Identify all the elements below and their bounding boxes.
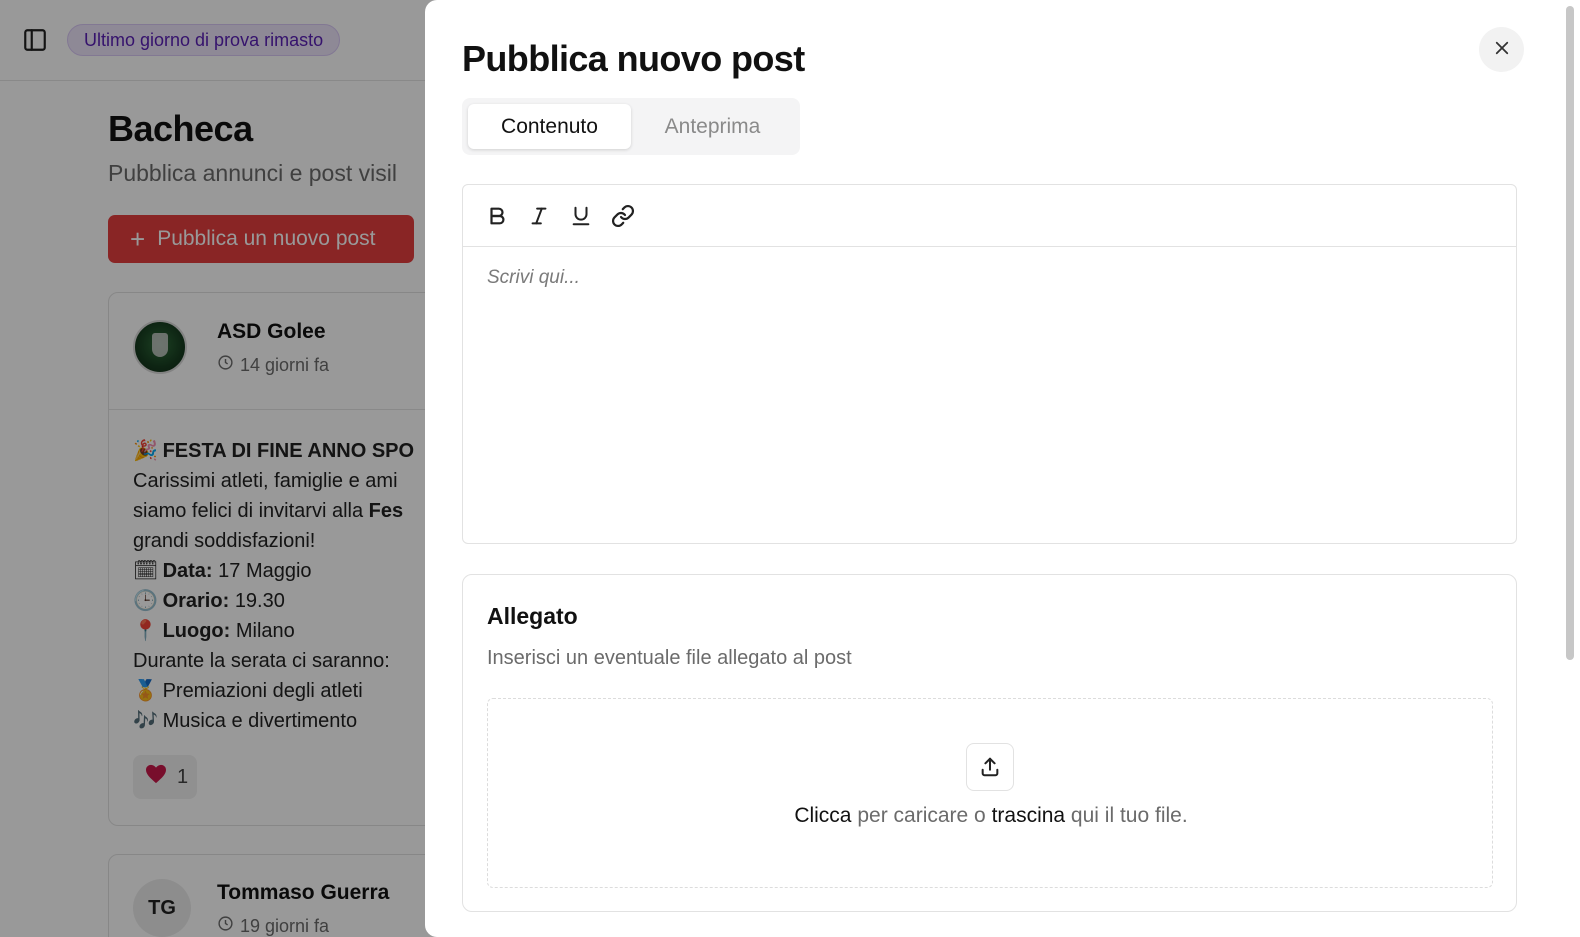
dropzone-drag-text: trascina <box>991 804 1066 827</box>
dropzone-text: Clicca per caricare o trascina qui il tu… <box>488 804 1494 828</box>
upload-icon[interactable] <box>966 743 1014 791</box>
file-dropzone[interactable]: Clicca per caricare o trascina qui il tu… <box>487 698 1493 888</box>
attachment-card: Allegato Inserisci un eventuale file all… <box>462 574 1517 912</box>
rich-text-editor: Scrivi qui... <box>462 184 1517 544</box>
link-icon[interactable] <box>611 204 635 228</box>
new-post-drawer: Pubblica nuovo post Contenuto Anteprima … <box>425 0 1580 937</box>
editor-textarea[interactable]: Scrivi qui... <box>463 247 1516 309</box>
underline-icon[interactable] <box>569 204 593 228</box>
close-icon <box>1493 39 1511 60</box>
attachment-description: Inserisci un eventuale file allegato al … <box>487 647 852 669</box>
tab-contenuto[interactable]: Contenuto <box>468 104 631 149</box>
tab-list: Contenuto Anteprima <box>462 98 800 155</box>
bold-icon[interactable] <box>485 204 509 228</box>
dropzone-click-text[interactable]: Clicca <box>794 804 851 827</box>
drawer-title: Pubblica nuovo post <box>462 38 805 79</box>
tab-anteprima[interactable]: Anteprima <box>631 104 794 149</box>
attachment-title: Allegato <box>487 603 578 629</box>
dropzone-end-text: qui il tuo file. <box>1065 804 1188 827</box>
editor-toolbar <box>463 185 1516 247</box>
dropzone-mid-text: per caricare o <box>851 804 992 827</box>
scrollbar[interactable] <box>1566 6 1574 660</box>
close-button[interactable] <box>1479 27 1524 72</box>
italic-icon[interactable] <box>527 204 551 228</box>
